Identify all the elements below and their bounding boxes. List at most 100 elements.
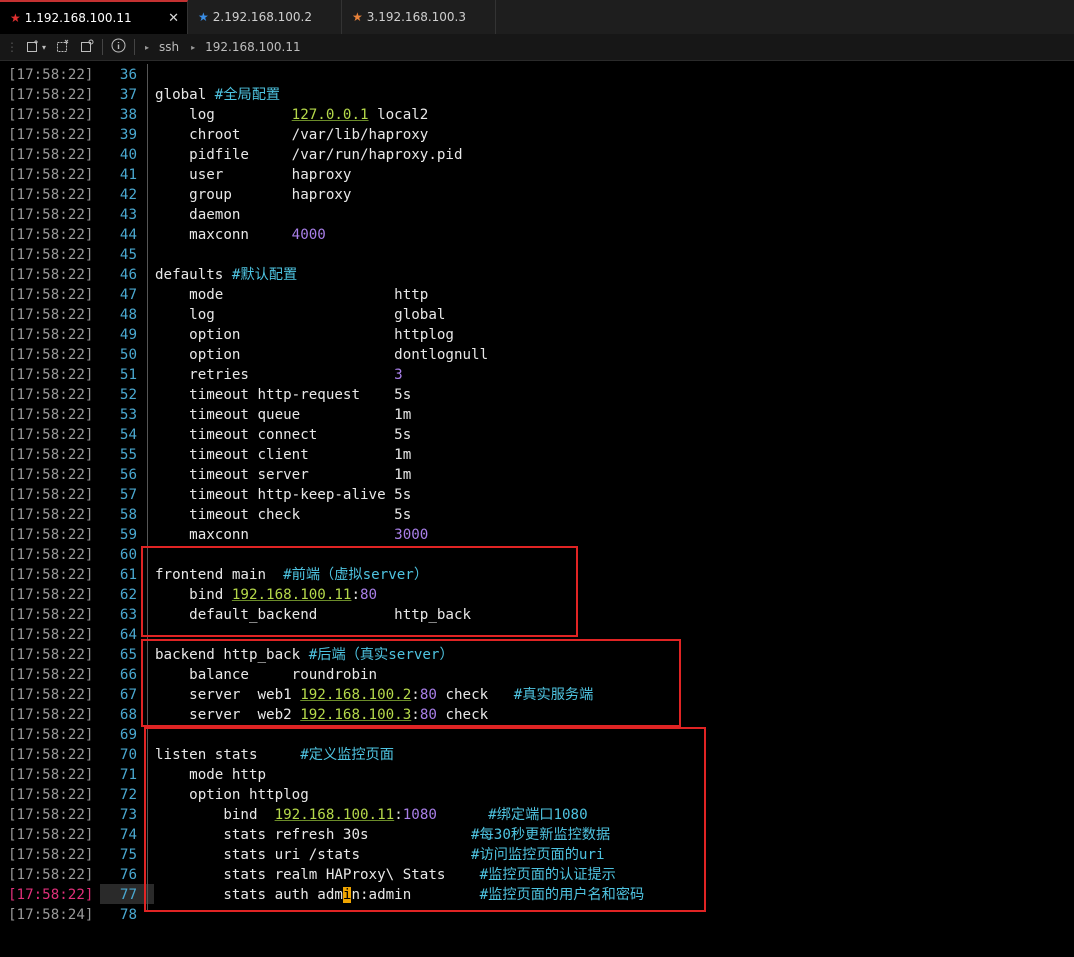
line-number: 54 — [119, 427, 137, 443]
chevron-right-icon: ▸ — [145, 42, 150, 52]
drag-handle-icon: ⋮ — [6, 40, 18, 54]
line-number: 49 — [119, 327, 137, 343]
code-text: global #全局配置 — [155, 87, 281, 103]
divider — [134, 39, 136, 55]
line-number: 74 — [119, 827, 137, 843]
timestamp: [17:58:24] — [8, 907, 94, 923]
line-number: 38 — [119, 107, 137, 123]
timestamp: [17:58:22] — [8, 587, 94, 603]
code-text: timeout queue 1m — [155, 407, 412, 423]
line-number: 58 — [119, 507, 137, 523]
terminal-line: [17:58:22] 46 defaults #默认配置 — [0, 265, 1074, 285]
timestamp: [17:58:22] — [8, 347, 94, 363]
terminal-line: [17:58:22] 48 log global — [0, 305, 1074, 325]
timestamp: [17:58:22] — [8, 527, 94, 543]
star-icon: ★ — [198, 10, 209, 24]
info-icon[interactable] — [111, 38, 126, 56]
line-number: 60 — [119, 547, 137, 563]
tab-session-3[interactable]: ★ 3.192.168.100.3 — [342, 0, 496, 34]
terminal-line: [17:58:22] 45 — [0, 245, 1074, 265]
code-text: log 127.0.0.1 local2 — [155, 107, 429, 123]
timestamp: [17:58:22] — [8, 687, 94, 703]
close-icon[interactable]: ✕ — [168, 11, 179, 26]
line-number: 78 — [119, 907, 137, 923]
tab-label: 2.192.168.100.2 — [212, 10, 313, 24]
timestamp: [17:58:22] — [8, 67, 94, 83]
line-number: 59 — [119, 527, 137, 543]
line-number: 44 — [119, 227, 137, 243]
line-number: 65 — [119, 647, 137, 663]
code-text: timeout connect 5s — [155, 427, 412, 443]
line-number: 41 — [119, 167, 137, 183]
timestamp: [17:58:22] — [8, 327, 94, 343]
timestamp: [17:58:22] — [8, 727, 94, 743]
line-number: 52 — [119, 387, 137, 403]
timestamp: [17:58:22] — [8, 87, 94, 103]
code-text: maxconn 4000 — [155, 227, 326, 243]
chevron-right-icon: ▸ — [191, 42, 196, 52]
code-text: defaults #默认配置 — [155, 267, 298, 283]
timestamp: [17:58:22] — [8, 367, 94, 383]
timestamp: [17:58:22] — [8, 267, 94, 283]
close-tab-icon[interactable] — [56, 39, 70, 56]
terminal-line: [17:58:22] 55 timeout client 1m — [0, 445, 1074, 465]
line-number: 76 — [119, 867, 137, 883]
timestamp: [17:58:22] — [8, 487, 94, 503]
breadcrumb-host[interactable]: 192.168.100.11 — [205, 40, 300, 54]
code-text: pidfile /var/run/haproxy.pid — [155, 147, 463, 163]
timestamp: [17:58:22] — [8, 887, 94, 903]
code-text: daemon — [155, 207, 241, 223]
terminal-line: [17:58:22] 44 maxconn 4000 — [0, 225, 1074, 245]
tab-label: 1.192.168.100.11 — [24, 11, 132, 25]
line-number: 75 — [119, 847, 137, 863]
line-number: 70 — [119, 747, 137, 763]
line-number: 69 — [119, 727, 137, 743]
code-text: timeout server 1m — [155, 467, 412, 483]
star-icon: ★ — [352, 10, 363, 24]
code-text: mode http — [155, 287, 429, 303]
line-number: 66 — [119, 667, 137, 683]
timestamp: [17:58:22] — [8, 647, 94, 663]
timestamp: [17:58:22] — [8, 407, 94, 423]
chevron-down-icon[interactable]: ▾ — [42, 43, 46, 52]
line-number: 50 — [119, 347, 137, 363]
timestamp: [17:58:22] — [8, 667, 94, 683]
terminal-line: [17:58:22] 54 timeout connect 5s — [0, 425, 1074, 445]
line-number: 64 — [119, 627, 137, 643]
timestamp: [17:58:22] — [8, 107, 94, 123]
tab-session-2[interactable]: ★ 2.192.168.100.2 — [188, 0, 342, 34]
tab-label: 3.192.168.100.3 — [366, 10, 467, 24]
star-icon: ★ — [10, 11, 21, 25]
timestamp: [17:58:22] — [8, 847, 94, 863]
timestamp: [17:58:22] — [8, 767, 94, 783]
duplicate-tab-icon[interactable] — [80, 39, 94, 56]
terminal-line: [17:58:22] 40 pidfile /var/run/haproxy.pi… — [0, 145, 1074, 165]
terminal-line: [17:58:22] 50 option dontlognull — [0, 345, 1074, 365]
breadcrumb-protocol[interactable]: ssh — [159, 40, 179, 54]
code-text: group haproxy — [155, 187, 352, 203]
timestamp: [17:58:22] — [8, 427, 94, 443]
line-number: 61 — [119, 567, 137, 583]
line-number: 55 — [119, 447, 137, 463]
highlight-box-listen — [144, 727, 706, 912]
timestamp: [17:58:22] — [8, 867, 94, 883]
line-number: 40 — [119, 147, 137, 163]
timestamp: [17:58:22] — [8, 387, 94, 403]
line-number: 39 — [119, 127, 137, 143]
timestamp: [17:58:22] — [8, 147, 94, 163]
line-number: 37 — [119, 87, 137, 103]
timestamp: [17:58:22] — [8, 247, 94, 263]
code-text: timeout client 1m — [155, 447, 412, 463]
new-tab-icon[interactable] — [26, 39, 40, 56]
tab-session-1[interactable]: ★ 1.192.168.100.11 ✕ — [0, 0, 188, 34]
toolbar: ⋮ ▾ ▸ ssh ▸ 192.168.100.11 — [0, 34, 1074, 61]
line-number: 48 — [119, 307, 137, 323]
timestamp: [17:58:22] — [8, 827, 94, 843]
terminal-line: [17:58:22] 59 maxconn 3000 — [0, 525, 1074, 545]
timestamp: [17:58:22] — [8, 627, 94, 643]
terminal-line: [17:58:22] 38 log 127.0.0.1 local2 — [0, 105, 1074, 125]
code-text: chroot /var/lib/haproxy — [155, 127, 429, 143]
line-number: 63 — [119, 607, 137, 623]
code-text: retries 3 — [155, 367, 403, 383]
timestamp: [17:58:22] — [8, 607, 94, 623]
